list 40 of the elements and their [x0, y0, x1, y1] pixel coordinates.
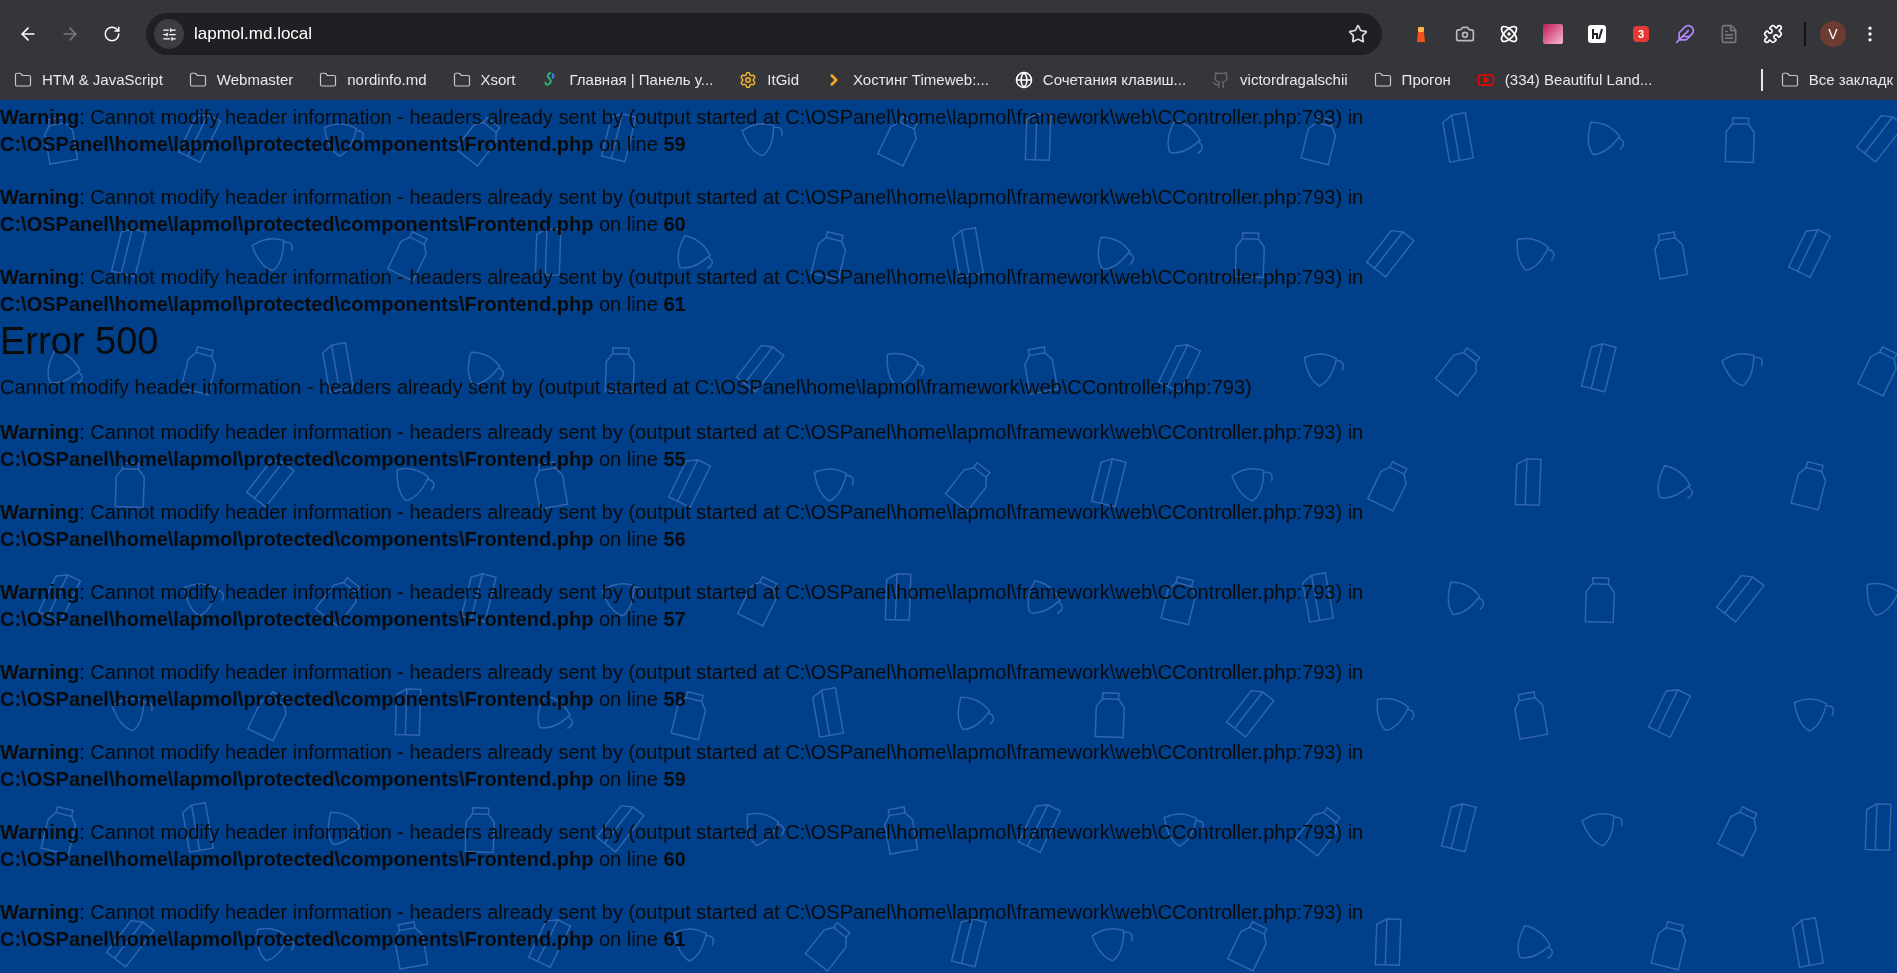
folder-icon — [1373, 71, 1392, 89]
php-warning: Warning: Cannot modify header information - headers already sent by (output started at C:\OSPanel\home\lapmol\framework\web\CController.php:793) in C:\OSPanel\home\lapmol\protected\components\Frontend.php on line 60 — [0, 820, 1364, 872]
bookmark-link[interactable]: ItGid — [739, 68, 799, 92]
reload-icon — [103, 25, 121, 43]
gear-icon — [739, 71, 758, 89]
profile-avatar[interactable]: V — [1820, 21, 1846, 47]
address-bar[interactable]: lapmol.md.local — [146, 13, 1382, 55]
folder-icon — [1780, 71, 1799, 89]
bookmark-link[interactable]: Сочетания клавиш... — [1014, 68, 1187, 92]
folder-icon — [452, 71, 471, 89]
bookmark-link[interactable]: Главная | Панель у... — [541, 68, 714, 92]
bookmark-link[interactable]: Прогон — [1373, 68, 1451, 92]
bookmark-link[interactable]: victordragalschii — [1212, 68, 1348, 92]
bookmark-link[interactable]: Xsort — [452, 68, 516, 92]
php-warning: Warning: Cannot modify header information - headers already sent by (output started at C:\OSPanel\home\lapmol\framework\web\CController.php:793) in C:\OSPanel\home\lapmol\protected\components\Frontend.php on line 55 — [0, 420, 1364, 472]
php-warning: Warning: Cannot modify header information - headers already sent by (output started at C:\OSPanel\home\lapmol\framework\web\CController.php:793) in C:\OSPanel\home\lapmol\protected\components\Frontend.php on line 60 — [0, 185, 1364, 237]
github-icon — [1212, 71, 1231, 89]
php-warning: Warning: Cannot modify header information - headers already sent by (output started at C:\OSPanel\home\lapmol\framework\web\CController.php:793) in C:\OSPanel\home\lapmol\protected\components\Frontend.php on line 59 — [0, 740, 1364, 792]
php-warning: Warning: Cannot modify header information - headers already sent by (output started at C:\OSPanel\home\lapmol\framework\web\CController.php:793) in C:\OSPanel\home\lapmol\protected\components\Frontend.php on line 61 — [0, 265, 1364, 317]
play-icon — [1476, 71, 1495, 89]
folder-icon — [319, 71, 338, 89]
bookmark-star-icon[interactable] — [1348, 24, 1368, 44]
folder-icon — [14, 71, 32, 89]
site-settings-icon[interactable] — [154, 19, 184, 49]
error-heading: Error 500 — [0, 319, 159, 364]
php-warning: Warning: Cannot modify header information - headers already sent by (output started at C:\OSPanel\home\lapmol\framework\web\CController.php:793) in C:\OSPanel\home\lapmol\protected\components\Frontend.php on line 56 — [0, 500, 1364, 552]
bookmark-link[interactable]: nordinfo.md — [319, 68, 427, 92]
all-bookmarks-link[interactable]: Все закладк — [1780, 68, 1893, 92]
folder-icon — [188, 71, 207, 89]
error-message: Cannot modify header information - headers already sent by (output started at C:\OSPanel\home\lapmol\framework\web\CController.php:793) — [0, 375, 1252, 400]
php-warning: Warning: Cannot modify header information - headers already sent by (output started at C:\OSPanel\home\lapmol\framework\web\CController.php:793) in C:\OSPanel\home\lapmol\protected\components\Frontend.php on line 61 — [0, 900, 1364, 952]
url-text: lapmol.md.local — [194, 23, 313, 46]
bookmark-link[interactable]: Webmaster — [188, 68, 294, 92]
globe-icon — [1014, 71, 1033, 89]
bookmark-link[interactable]: HTM & JavaScript — [14, 68, 163, 92]
php-warning: Warning: Cannot modify header information - headers already sent by (output started at C:\OSPanel\home\lapmol\framework\web\CController.php:793) in C:\OSPanel\home\lapmol\protected\components\Frontend.php on line 58 — [0, 660, 1364, 712]
bookmark-link[interactable]: Хостинг Timeweb:... — [825, 68, 989, 92]
bookmark-link[interactable]: (334) Beautiful Land... — [1476, 68, 1653, 92]
php-warning: Warning: Cannot modify header information - headers already sent by (output started at C:\OSPanel\home\lapmol\framework\web\CController.php:793) in C:\OSPanel\home\lapmol\protected\components\Frontend.php on line 57 — [0, 580, 1364, 632]
php-warning: Warning: Cannot modify header information - headers already sent by (output started at C:\OSPanel\home\lapmol\framework\web\CController.php:793) in C:\OSPanel\home\lapmol\protected\components\Frontend.php on line 59 — [0, 105, 1364, 157]
